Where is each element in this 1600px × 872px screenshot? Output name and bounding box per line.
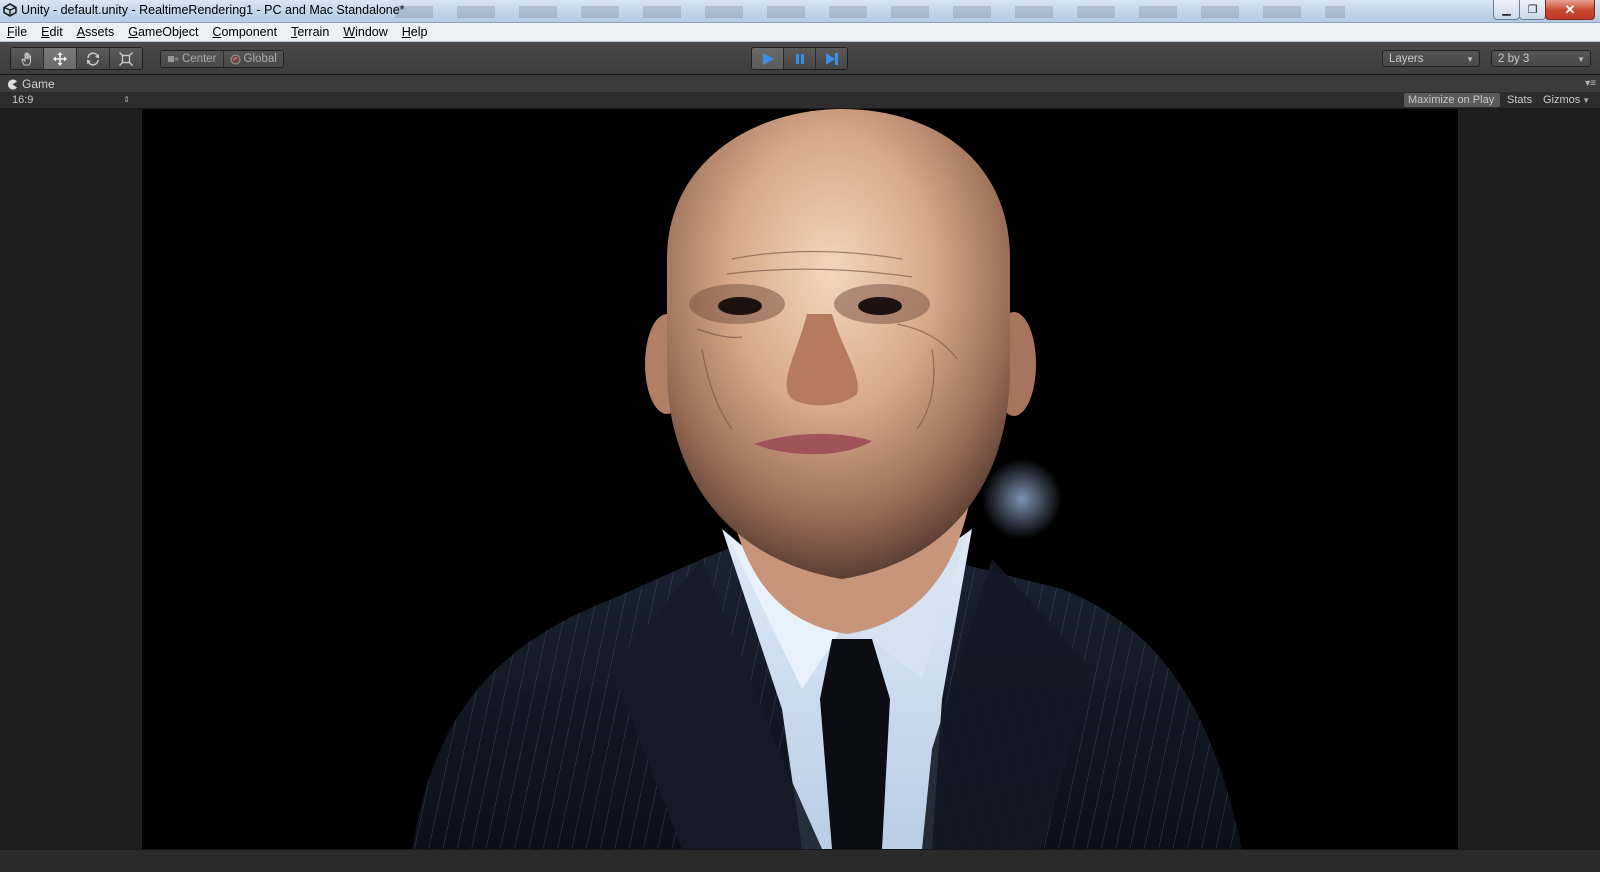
layers-label: Layers — [1389, 53, 1424, 65]
close-icon: ✕ — [1564, 1, 1576, 17]
pivot-rotation-label: Global — [243, 53, 277, 65]
game-view-tabbar: Game ▾≡ — [0, 75, 1600, 92]
rotate-tool-button[interactable] — [77, 48, 110, 69]
menu-window[interactable]: Window — [336, 23, 394, 41]
scale-tool-button[interactable] — [110, 48, 142, 69]
scale-icon — [119, 51, 133, 66]
layout-dropdown[interactable]: 2 by 3 ▼ — [1491, 50, 1591, 67]
stats-toggle[interactable]: Stats — [1503, 93, 1536, 107]
stats-label: Stats — [1507, 94, 1533, 106]
move-tool-button[interactable] — [44, 48, 77, 69]
updown-icon: ⇕ — [123, 95, 130, 104]
menu-help[interactable]: Help — [395, 23, 435, 41]
play-icon — [762, 52, 774, 65]
pacman-icon — [8, 79, 17, 89]
aspect-ratio-dropdown[interactable]: 16:9 ⇕ — [8, 93, 132, 107]
menu-gameobject[interactable]: GameObject — [121, 23, 205, 41]
menu-edit[interactable]: Edit — [34, 23, 70, 41]
pause-icon — [795, 53, 804, 64]
aspect-ratio-label: 16:9 — [12, 94, 34, 106]
playback-controls — [751, 47, 848, 70]
pivot-rotation-toggle[interactable]: Global — [223, 51, 283, 67]
main-toolbar: Center Global Layers ▼ 2 by 3 ▼ — [0, 42, 1600, 75]
menu-component[interactable]: Component — [205, 23, 284, 41]
status-bar — [0, 849, 1600, 872]
pivot-center-icon — [168, 56, 179, 62]
play-button[interactable] — [752, 48, 784, 69]
rendered-character-image — [142, 109, 1458, 849]
transform-tools — [10, 47, 143, 70]
chevron-down-icon: ▼ — [1577, 55, 1585, 64]
gizmos-label: Gizmos — [1543, 94, 1581, 106]
panel-menu-icon[interactable]: ▾≡ — [1585, 78, 1596, 89]
move-icon — [53, 51, 67, 66]
step-icon — [825, 52, 838, 65]
step-button[interactable] — [816, 48, 847, 69]
tab-game[interactable]: Game — [7, 76, 55, 92]
maximize-icon: ❐ — [1527, 4, 1538, 16]
game-viewport[interactable] — [142, 109, 1458, 849]
menu-bar: File Edit Assets GameObject Component Te… — [0, 23, 1600, 42]
title-bar-background — [395, 6, 1345, 18]
menu-file[interactable]: File — [0, 23, 34, 41]
maximize-on-play-toggle[interactable]: Maximize on Play — [1404, 93, 1500, 107]
pivot-mode-toggle[interactable]: Center — [161, 51, 224, 67]
close-button[interactable]: ✕ — [1545, 0, 1595, 20]
pause-button[interactable] — [784, 48, 816, 69]
menu-terrain[interactable]: Terrain — [284, 23, 336, 41]
window-title-bar: Unity - default.unity - RealtimeRenderin… — [0, 0, 1600, 23]
layout-label: 2 by 3 — [1498, 53, 1530, 65]
game-view-controls: 16:9 ⇕ Maximize on Play Stats Gizmos ▼ — [0, 92, 1600, 109]
minimize-button[interactable]: ▁ — [1493, 0, 1520, 20]
chevron-down-icon: ▼ — [1466, 55, 1474, 64]
menu-assets[interactable]: Assets — [70, 23, 122, 41]
hand-icon — [21, 52, 31, 65]
minimize-icon: ▁ — [1502, 4, 1511, 16]
chevron-down-icon: ▼ — [1582, 96, 1591, 105]
tab-game-label: Game — [22, 77, 55, 91]
layers-dropdown[interactable]: Layers ▼ — [1382, 50, 1480, 67]
hand-tool-button[interactable] — [11, 48, 44, 69]
rotate-icon — [87, 51, 99, 66]
maximize-button[interactable]: ❐ — [1519, 0, 1546, 20]
pivot-toggles: Center Global — [160, 50, 284, 68]
unity-logo-icon — [3, 3, 17, 17]
global-icon — [230, 54, 241, 64]
window-title: Unity - default.unity - RealtimeRenderin… — [21, 3, 405, 17]
gizmos-dropdown[interactable]: Gizmos ▼ — [1539, 93, 1594, 107]
pivot-mode-label: Center — [182, 53, 217, 65]
maximize-on-play-label: Maximize on Play — [1408, 94, 1495, 106]
